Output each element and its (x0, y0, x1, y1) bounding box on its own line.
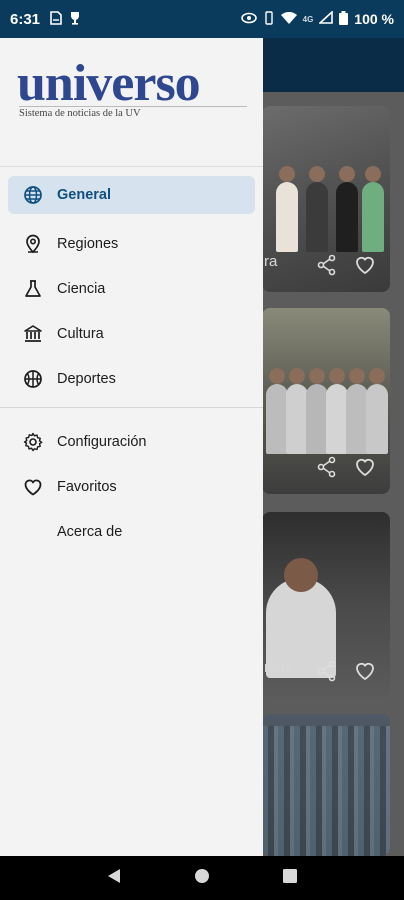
location-pin-icon (22, 233, 44, 255)
drawer-divider (0, 166, 263, 167)
photo-crowd (262, 726, 390, 856)
menu-item-ciencia[interactable]: Ciencia (0, 266, 263, 311)
share-icon[interactable] (316, 254, 338, 276)
news-card[interactable]: mna (262, 512, 390, 698)
menu-item-label: Deportes (57, 370, 116, 387)
news-card[interactable] (262, 308, 390, 494)
back-icon[interactable] (107, 868, 121, 889)
trophy-notification-icon (68, 11, 82, 28)
drawer-header: universo Sistema de noticias de la UV (0, 38, 263, 166)
menu-item-configuracion[interactable]: Configuración (0, 419, 263, 464)
vibrate-icon (263, 10, 275, 28)
status-bar: 6:31 4G 100 % (0, 0, 404, 38)
battery-icon (339, 10, 349, 28)
museum-icon (22, 323, 44, 345)
heart-icon (22, 476, 44, 498)
card-overlay-text: mna (264, 659, 294, 676)
menu-item-cultura[interactable]: Cultura (0, 311, 263, 356)
share-icon[interactable] (316, 456, 338, 478)
menu-item-label: Favoritos (57, 478, 117, 495)
menu-item-label: Regiones (57, 235, 119, 252)
file-notification-icon (50, 10, 62, 28)
logo-subtitle: Sistema de noticias de la UV (19, 106, 247, 119)
logo-title: universo (17, 55, 201, 112)
navigation-drawer: universo Sistema de noticias de la UV Ge… (0, 38, 263, 856)
status-time: 6:31 (10, 10, 41, 28)
share-icon[interactable] (316, 660, 338, 682)
eye-icon (240, 11, 257, 27)
drawer-menu: General Regiones Ciencia Cultura Deporte (0, 176, 263, 554)
menu-item-label: Cultura (57, 325, 104, 342)
heart-outline-icon[interactable] (354, 254, 376, 276)
menu-item-label: General (57, 187, 111, 203)
photo-people (262, 368, 390, 454)
home-icon[interactable] (194, 868, 210, 889)
network-type: 4G (302, 14, 314, 24)
system-navigation-bar (0, 856, 404, 900)
news-card[interactable]: ra (262, 106, 390, 292)
heart-outline-icon[interactable] (354, 456, 376, 478)
menu-item-general[interactable]: General (8, 176, 255, 214)
flask-icon (22, 278, 44, 300)
card-overlay-text: ra (264, 253, 278, 270)
heart-outline-icon[interactable] (354, 660, 376, 682)
wifi-icon (280, 11, 297, 27)
menu-item-label: Ciencia (57, 280, 106, 297)
menu-item-favoritos[interactable]: Favoritos (0, 464, 263, 509)
signal-icon (318, 10, 334, 27)
news-card[interactable] (262, 714, 390, 856)
globe-icon (22, 184, 44, 206)
battery-percent: 100 % (354, 11, 394, 27)
recents-icon[interactable] (283, 868, 298, 888)
menu-item-label: Configuración (57, 433, 147, 450)
menu-item-label: Acerca de (57, 523, 123, 540)
menu-item-regiones[interactable]: Regiones (0, 221, 263, 266)
menu-divider (0, 407, 263, 408)
menu-item-acerca-de[interactable]: Acerca de (0, 509, 263, 554)
sports-ball-icon (22, 368, 44, 390)
photo-people (262, 166, 390, 252)
gear-icon (22, 431, 44, 453)
menu-item-deportes[interactable]: Deportes (0, 356, 263, 401)
